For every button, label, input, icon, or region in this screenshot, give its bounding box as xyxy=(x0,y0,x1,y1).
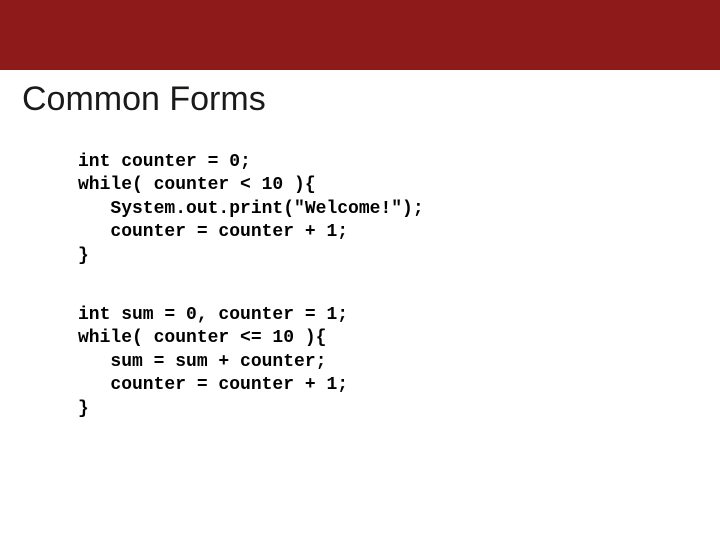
code-example-2: int sum = 0, counter = 1; while( counter… xyxy=(78,304,720,421)
page-title: Common Forms xyxy=(0,70,720,119)
code-example-1: int counter = 0; while( counter < 10 ){ … xyxy=(78,151,720,268)
header-bar xyxy=(0,0,720,70)
